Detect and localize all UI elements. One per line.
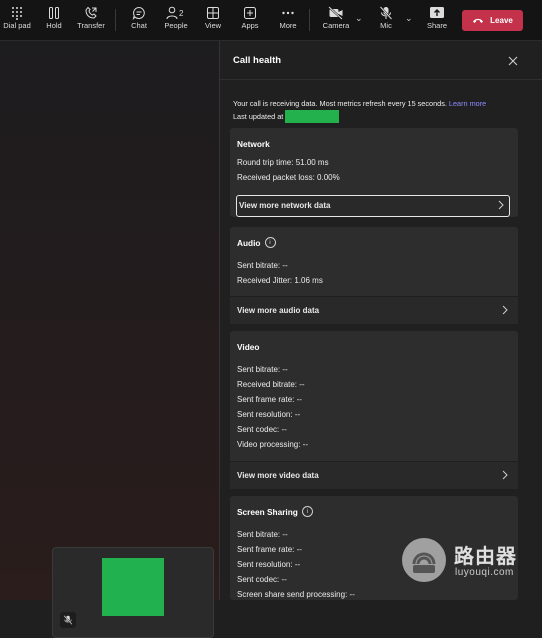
people-icon: 2 [166, 6, 184, 20]
chat-button[interactable]: Chat [128, 6, 150, 36]
panel-title: Call health [233, 55, 282, 66]
audio-title: Audio i [237, 237, 276, 248]
self-video-preview [102, 558, 164, 616]
mic-button[interactable]: Mic [374, 6, 398, 36]
more-label: More [279, 21, 297, 30]
apps-label: Apps [241, 21, 259, 30]
more-dots-icon [282, 11, 294, 15]
last-updated-label: Last updated at [233, 112, 284, 121]
panel-divider [220, 79, 542, 80]
camera-options-chevron-icon[interactable]: ⌄ [355, 13, 363, 24]
network-title: Network [237, 139, 270, 149]
view-more-network-data-button[interactable]: View more network data [236, 195, 510, 217]
video-sent-codec: Sent codec: -- [237, 425, 287, 434]
camera-button[interactable]: Camera [321, 6, 351, 36]
close-icon[interactable] [507, 55, 519, 67]
watermark-logo: 路由器 luyouqi.com [400, 538, 535, 588]
ss-send-processing: Screen share send processing: -- [237, 590, 355, 599]
people-label: People [164, 21, 188, 30]
mic-off-icon [379, 6, 393, 20]
info-icon[interactable]: i [264, 237, 276, 248]
share-label: Share [426, 21, 447, 30]
share-button[interactable]: Share [424, 6, 450, 36]
hold-button[interactable]: Hold [42, 6, 66, 36]
ss-sent-frame-rate: Sent frame rate: -- [237, 545, 302, 554]
dial-pad-icon [12, 7, 22, 20]
chat-icon [132, 6, 145, 20]
video-card: Video Sent bitrate: -- Received bitrate:… [230, 331, 518, 489]
learn-more-link[interactable]: Learn more [449, 99, 486, 108]
video-processing: Video processing: -- [237, 440, 308, 449]
chevron-right-icon [498, 200, 504, 210]
refresh-info: Your call is receiving data. Most metric… [233, 99, 447, 108]
router-logo-icon [402, 538, 446, 582]
transfer-icon [85, 6, 97, 19]
ss-sent-codec: Sent codec: -- [237, 575, 287, 584]
audio-card: Audio i Sent bitrate: -- Received Jitter… [230, 227, 518, 324]
received-packet-loss: Received packet loss: 0.00% [237, 173, 340, 182]
view-more-audio-data-button[interactable]: View more audio data [230, 296, 518, 324]
video-received-bitrate: Received bitrate: -- [237, 380, 305, 389]
muted-mic-icon [60, 612, 76, 628]
transfer-button[interactable]: Transfer [76, 6, 106, 36]
hang-up-icon [473, 18, 484, 23]
self-video-tile[interactable] [52, 547, 214, 638]
people-count: 2 [179, 9, 184, 18]
meeting-stage [0, 41, 219, 638]
screen-sharing-title-label: Screen Sharing [237, 506, 298, 517]
last-updated-time-redacted [285, 110, 340, 123]
view-more-audio-label: View more audio data [237, 306, 320, 315]
camera-label: Camera [322, 21, 350, 30]
view-button[interactable]: View [202, 6, 224, 36]
network-card: Network Round trip time: 51.00 ms Receiv… [230, 128, 518, 217]
round-trip-time: Round trip time: 51.00 ms [237, 158, 329, 167]
audio-sent-bitrate: Sent bitrate: -- [237, 261, 288, 270]
video-title: Video [237, 342, 260, 352]
watermark-text: 路由器 [454, 546, 517, 568]
view-grid-icon [207, 7, 219, 19]
view-more-video-label: View more video data [237, 471, 319, 480]
ss-sent-bitrate: Sent bitrate: -- [237, 530, 288, 539]
dial-pad-button[interactable]: Dial pad [2, 6, 32, 36]
view-more-network-label: View more network data [239, 201, 331, 210]
camera-off-icon [328, 6, 343, 20]
audio-title-label: Audio [237, 237, 261, 248]
chat-label: Chat [131, 21, 147, 30]
leave-label: Leave [490, 16, 513, 25]
call-health-panel: Call health Your call is receiving data.… [219, 41, 542, 600]
toolbar-divider [309, 9, 310, 31]
apps-button[interactable]: Apps [238, 6, 262, 36]
people-button[interactable]: 2 People [162, 6, 190, 36]
video-sent-frame-rate: Sent frame rate: -- [237, 395, 302, 404]
mic-label: Mic [380, 21, 392, 30]
chevron-right-icon [502, 305, 508, 315]
audio-received-jitter: Received Jitter: 1.06 ms [237, 276, 323, 285]
view-more-video-data-button[interactable]: View more video data [230, 461, 518, 489]
toolbar-divider [115, 9, 116, 31]
mic-options-chevron-icon[interactable]: ⌄ [405, 13, 413, 24]
dial-pad-label: Dial pad [3, 21, 31, 30]
hold-icon [49, 7, 59, 19]
video-sent-resolution: Sent resolution: -- [237, 410, 301, 419]
more-button[interactable]: More [276, 6, 300, 36]
chevron-right-icon [502, 470, 508, 480]
share-screen-icon [430, 7, 444, 18]
ss-sent-resolution: Sent resolution: -- [237, 560, 301, 569]
call-toolbar: Dial pad Hold Transfer Chat 2 People Vie… [0, 0, 542, 41]
hold-label: Hold [46, 21, 62, 30]
info-text: Your call is receiving data. Most metric… [233, 97, 533, 123]
view-label: View [204, 21, 222, 30]
transfer-label: Transfer [77, 21, 105, 30]
info-icon[interactable]: i [301, 506, 313, 517]
watermark-url: luyouqi.com [455, 567, 514, 578]
screen-sharing-title: Screen Sharing i [237, 506, 313, 517]
leave-button[interactable]: Leave [462, 10, 523, 31]
apps-add-icon [244, 7, 256, 19]
video-sent-bitrate: Sent bitrate: -- [237, 365, 288, 374]
